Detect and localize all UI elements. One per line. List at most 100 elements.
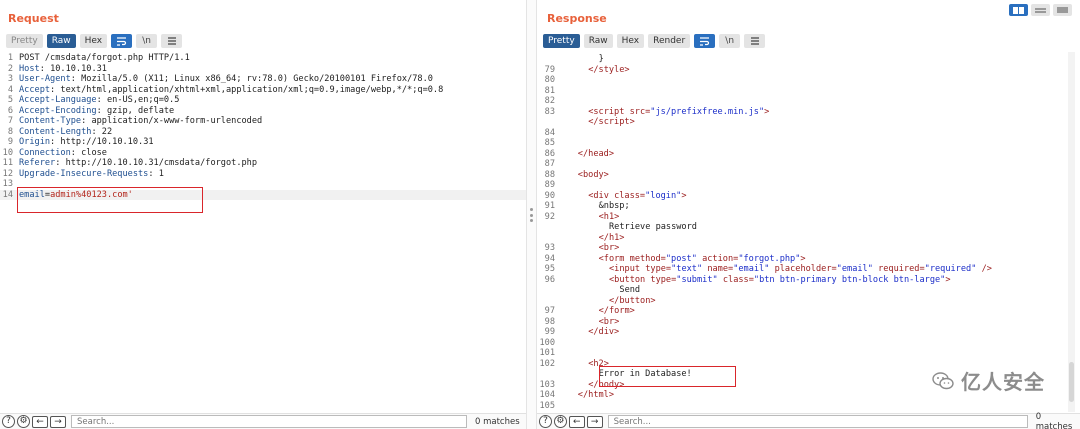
header-name: Content-Length	[19, 126, 92, 137]
next-match-button[interactable]: →	[586, 415, 603, 428]
line-text: Upgrade-Insecure-Requests: 1	[19, 169, 164, 180]
line-number: 88	[544, 169, 555, 180]
response-editor[interactable]: } 79 </style> 80 81 82 83 <script src="js/prefi…	[537, 54, 1080, 411]
request-match-count: 0 matches	[475, 416, 520, 427]
request-editor[interactable]: 1 POST /cmsdata/forgot.php HTTP/1.1 2 Host:…	[0, 53, 526, 200]
previous-match-button[interactable]: ←	[32, 415, 48, 428]
response-title: Response	[547, 12, 607, 25]
header-value: application/x-www-form-urlencoded	[86, 116, 263, 126]
response-search-input[interactable]	[607, 415, 1028, 428]
line-number: 6	[7, 105, 13, 116]
next-match-button[interactable]: →	[50, 415, 66, 428]
line-text: <br>	[598, 243, 620, 253]
layout-toggle	[1009, 4, 1072, 16]
response-tab-hex[interactable]: Hex	[616, 34, 645, 48]
response-line: 95 <input type="text" name="email" placeh…	[537, 264, 1080, 275]
request-body-highlight	[17, 187, 203, 213]
header-value: http://10.10.10.31/cmsdata/forgot.php	[60, 158, 258, 168]
header-value: Mozilla/5.0 (X11; Linux x86_64; rv:78.0)…	[75, 74, 433, 84]
response-line: 101	[537, 348, 1080, 359]
split-horizontal-icon[interactable]	[1009, 4, 1028, 16]
response-line: Send	[537, 285, 1080, 296]
line-number: 101	[539, 348, 555, 358]
line-number: 89	[544, 180, 555, 190]
line-text: Host: 10.10.10.31	[19, 64, 107, 75]
line-text: Referer: http://10.10.10.31/cmsdata/forg…	[19, 158, 257, 169]
line-text: Content-Length: 22	[19, 127, 112, 138]
request-tab-pretty[interactable]: Pretty	[6, 34, 43, 48]
response-tab-pretty[interactable]: Pretty	[543, 34, 580, 48]
show-newlines-button[interactable]: \n	[719, 34, 741, 48]
line-number: 93	[544, 243, 555, 253]
response-tab-render[interactable]: Render	[648, 34, 691, 48]
line-number	[537, 222, 555, 233]
response-scrollbar[interactable]	[1068, 52, 1075, 412]
splitter-grip-icon[interactable]	[530, 208, 534, 222]
pane-splitter[interactable]	[526, 0, 537, 429]
line-text: Accept-Encoding: gzip, deflate	[19, 106, 174, 117]
line-text: </form>	[598, 306, 635, 316]
response-line: 85	[537, 138, 1080, 149]
request-line: 9 Origin: http://10.10.10.31	[0, 137, 526, 148]
header-value: text/html,application/xhtml+xml,applicat…	[55, 84, 444, 95]
show-newlines-button[interactable]: \n	[136, 34, 158, 48]
line-number: 83	[544, 106, 555, 117]
wrap-lines-icon[interactable]	[694, 34, 716, 48]
line-number: 92	[544, 211, 555, 222]
line-number: 90	[544, 190, 555, 201]
response-line: 83 <script src="js/prefixfree.min.js">	[537, 107, 1080, 118]
request-tab-hex[interactable]: Hex	[79, 34, 108, 48]
response-line: </button>	[537, 296, 1080, 307]
line-text: <button type="submit" class="btn btn-pri…	[609, 274, 951, 285]
line-number: 97	[544, 306, 555, 316]
line-number: 100	[539, 337, 555, 348]
response-line: 94 <form method="post" action="forgot.php…	[537, 254, 1080, 265]
response-pane: Response Pretty Raw Hex Render \n } 79 </s…	[537, 0, 1080, 429]
line-number: 7	[7, 116, 13, 126]
previous-match-button[interactable]: ←	[568, 415, 585, 428]
help-icon[interactable]: ?	[2, 415, 15, 428]
line-number: 103	[539, 379, 555, 390]
line-text: </button>	[609, 295, 656, 306]
line-number: 10	[2, 147, 13, 158]
request-line-text: POST /cmsdata/forgot.php HTTP/1.1	[19, 53, 190, 63]
response-tab-raw[interactable]: Raw	[583, 34, 613, 48]
line-number: 3	[7, 74, 13, 84]
wrap-lines-icon[interactable]	[111, 34, 133, 48]
line-number: 94	[544, 253, 555, 264]
settings-gear-icon[interactable]: ⚙	[553, 415, 567, 428]
watermark: 亿人安全	[931, 366, 1045, 395]
response-line: </script>	[537, 117, 1080, 128]
split-vertical-icon[interactable]	[1031, 4, 1050, 16]
line-text: </script>	[588, 117, 635, 127]
tabs-view-icon[interactable]	[1053, 4, 1072, 16]
header-name: Origin	[19, 137, 51, 147]
line-text: POST /cmsdata/forgot.php HTTP/1.1	[19, 53, 190, 64]
header-value: gzip, deflate	[101, 105, 175, 116]
line-number: 105	[539, 400, 555, 411]
scrollbar-thumb[interactable]	[1069, 362, 1074, 402]
line-text: User-Agent: Mozilla/5.0 (X11; Linux x86_…	[19, 74, 433, 85]
menu-icon[interactable]	[744, 34, 766, 48]
request-search-input[interactable]	[71, 415, 467, 428]
line-text: Accept-Language: en-US,en;q=0.5	[19, 95, 179, 106]
line-number: 80	[544, 75, 555, 85]
menu-icon[interactable]	[161, 34, 183, 48]
line-number: 12	[2, 168, 13, 179]
help-icon[interactable]: ?	[539, 415, 552, 428]
line-number: 87	[544, 159, 555, 169]
line-number: 14	[2, 189, 13, 200]
header-name: Accept	[19, 84, 51, 95]
header-name: Host	[19, 63, 40, 74]
line-text: Origin: http://10.10.10.31	[19, 137, 154, 148]
line-text: Retrieve password	[609, 222, 697, 232]
request-tab-raw[interactable]: Raw	[46, 34, 76, 48]
response-line: 90 <div class="login">	[537, 191, 1080, 202]
line-text: <script src="js/prefixfree.min.js">	[588, 106, 770, 117]
header-value: close	[75, 147, 107, 158]
line-text: <div class="login">	[588, 190, 687, 201]
response-line: 84	[537, 128, 1080, 139]
line-text: <body>	[577, 169, 609, 180]
settings-gear-icon[interactable]: ⚙	[17, 415, 30, 428]
request-line: 4 Accept: text/html,application/xhtml+xml…	[0, 85, 526, 96]
